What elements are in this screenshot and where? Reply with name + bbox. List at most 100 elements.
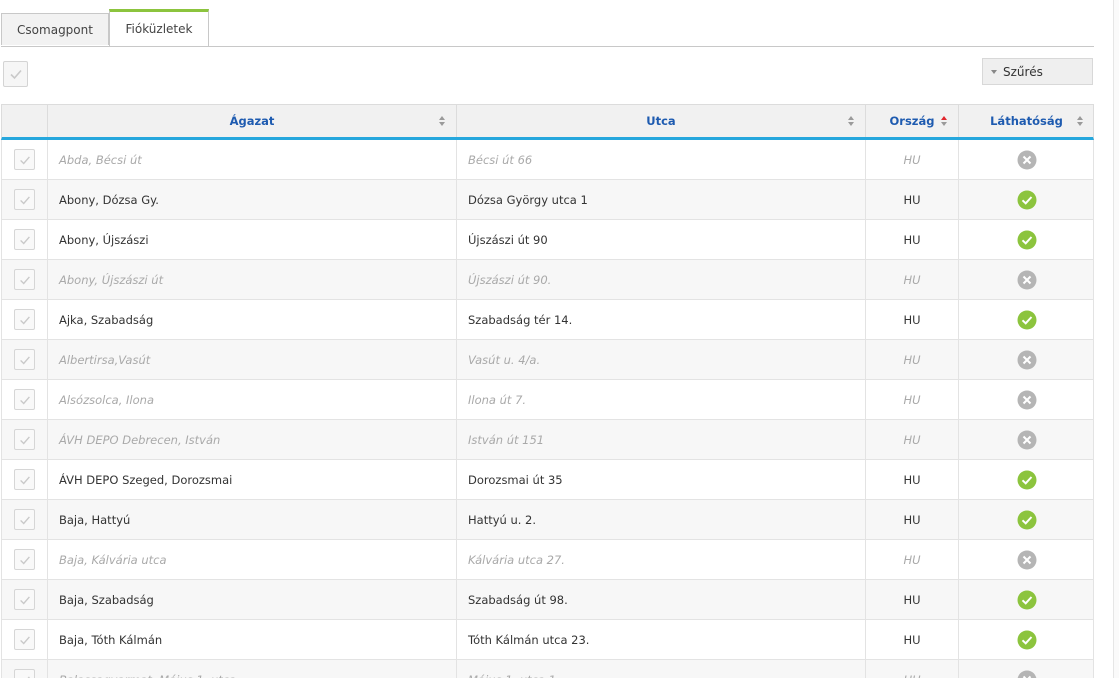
utca-cell: István út 151 <box>456 420 865 459</box>
orszag-cell: HU <box>865 140 958 179</box>
lathatosag-cell[interactable] <box>958 540 1094 579</box>
table-row[interactable]: Baja, Kálvária utca Kálvária utca 27. HU <box>1 540 1094 580</box>
row-checkbox[interactable] <box>14 629 35 650</box>
row-checkbox[interactable] <box>14 589 35 610</box>
lathatosag-cell[interactable] <box>958 260 1094 299</box>
header-agazat[interactable]: Ágazat <box>47 105 456 137</box>
tab-csomagpont[interactable]: Csomagpont <box>1 13 109 45</box>
page: Csomagpont Fióküzletek Szűrés Ágazat Utc… <box>0 0 1119 678</box>
table-row[interactable]: Baja, Szabadság Szabadság út 98. HU <box>1 580 1094 620</box>
header-utca[interactable]: Utca <box>456 105 865 137</box>
header-agazat-label: Ágazat <box>229 114 275 128</box>
utca-cell: Bécsi út 66 <box>456 140 865 179</box>
table-row[interactable]: Balassagyarmat, Május 1. utcaMájus 1. ut… <box>1 660 1094 678</box>
row-checkbox[interactable] <box>14 349 35 370</box>
tab-fiokuzletek[interactable]: Fióküzletek <box>109 9 209 46</box>
row-select-cell <box>2 460 47 499</box>
table-row[interactable]: Abda, Bécsi út Bécsi út 66 HU <box>1 140 1094 180</box>
row-checkbox[interactable] <box>14 309 35 330</box>
sort-ascending-icon <box>941 116 947 126</box>
check-circle-icon <box>1017 590 1036 609</box>
utca-cell: Szabadság tér 14. <box>456 300 865 339</box>
row-checkbox[interactable] <box>14 549 35 570</box>
lathatosag-cell[interactable] <box>958 460 1094 499</box>
orszag-cell: HU <box>865 540 958 579</box>
table-row[interactable]: ÁVH DEPO Szeged, Dorozsmai Dorozsmai út 3… <box>1 460 1094 500</box>
check-circle-icon <box>1017 230 1036 249</box>
lathatosag-cell[interactable] <box>958 180 1094 219</box>
page-scrollbar[interactable] <box>1113 0 1119 678</box>
filter-button[interactable]: Szűrés <box>982 58 1093 85</box>
caret-down-icon <box>991 70 997 74</box>
table-body: Abda, Bécsi út Bécsi út 66 HU Abony, Dózsa … <box>1 140 1094 678</box>
check-circle-icon <box>1017 470 1036 489</box>
x-circle-icon <box>1017 270 1036 289</box>
table-row[interactable]: Abony, Újszászi Újszászi út 90 HU <box>1 220 1094 260</box>
lathatosag-cell[interactable] <box>958 340 1094 379</box>
utca-cell: Dorozsmai út 35 <box>456 460 865 499</box>
filter-button-label: Szűrés <box>1003 64 1043 79</box>
check-circle-icon <box>1017 630 1036 649</box>
table-row[interactable]: Abony, Dózsa Gy. Dózsa György utca 1 HU <box>1 180 1094 220</box>
agazat-cell: Ajka, Szabadság <box>47 300 456 339</box>
lathatosag-cell[interactable] <box>958 300 1094 339</box>
orszag-cell: HU <box>865 380 958 419</box>
tab-bar: Csomagpont Fióküzletek <box>1 9 1094 47</box>
header-orszag[interactable]: Ország <box>865 105 958 137</box>
utca-cell: Május 1. utca 1. <box>456 660 865 678</box>
select-all-checkbox[interactable] <box>3 61 28 87</box>
agazat-cell: Balassagyarmat, Május 1. utca <box>47 660 456 678</box>
check-icon <box>19 155 30 165</box>
table-row[interactable]: Baja, Tóth Kálmán Tóth Kálmán utca 23. HU <box>1 620 1094 660</box>
utca-cell: Dózsa György utca 1 <box>456 180 865 219</box>
agazat-cell: Baja, Hattyú <box>47 500 456 539</box>
row-select-cell <box>2 660 47 678</box>
lathatosag-cell[interactable] <box>958 620 1094 659</box>
lathatosag-cell[interactable] <box>958 220 1094 259</box>
agazat-cell: Abony, Újszászi út <box>47 260 456 299</box>
header-lathatosag[interactable]: Láthatóság <box>958 105 1094 137</box>
lathatosag-cell[interactable] <box>958 140 1094 179</box>
lathatosag-cell[interactable] <box>958 420 1094 459</box>
orszag-cell: HU <box>865 260 958 299</box>
lathatosag-cell[interactable] <box>958 500 1094 539</box>
row-checkbox[interactable] <box>14 189 35 210</box>
agazat-cell: ÁVH DEPO Debrecen, István <box>47 420 456 459</box>
check-circle-icon <box>1017 190 1036 209</box>
row-checkbox[interactable] <box>14 149 35 170</box>
check-icon <box>19 195 30 205</box>
row-checkbox[interactable] <box>14 389 35 410</box>
orszag-cell: HU <box>865 660 958 678</box>
utca-cell: Tóth Kálmán utca 23. <box>456 620 865 659</box>
check-icon <box>19 355 30 365</box>
row-select-cell <box>2 380 47 419</box>
row-checkbox[interactable] <box>14 269 35 290</box>
utca-cell: Újszászi út 90 <box>456 220 865 259</box>
agazat-cell: Baja, Tóth Kálmán <box>47 620 456 659</box>
check-circle-icon <box>1017 310 1036 329</box>
row-checkbox[interactable] <box>14 229 35 250</box>
row-checkbox[interactable] <box>14 429 35 450</box>
table-row[interactable]: Alsózsolca, Ilona Ilona út 7. HU <box>1 380 1094 420</box>
lathatosag-cell[interactable] <box>958 380 1094 419</box>
sort-arrows-icon <box>1077 116 1083 126</box>
agazat-cell: Abony, Dózsa Gy. <box>47 180 456 219</box>
utca-cell: Vasút u. 4/a. <box>456 340 865 379</box>
row-checkbox[interactable] <box>14 509 35 530</box>
table-row[interactable]: Albertirsa,Vasút Vasút u. 4/a. HU <box>1 340 1094 380</box>
table-row[interactable]: Abony, Újszászi út Újszászi út 90. HU <box>1 260 1094 300</box>
table-row[interactable]: ÁVH DEPO Debrecen, István István út 151 HU <box>1 420 1094 460</box>
lathatosag-cell[interactable] <box>958 580 1094 619</box>
row-checkbox[interactable] <box>14 469 35 490</box>
check-icon <box>9 69 22 80</box>
orszag-cell: HU <box>865 500 958 539</box>
check-icon <box>19 395 30 405</box>
orszag-cell: HU <box>865 620 958 659</box>
row-select-cell <box>2 420 47 459</box>
utca-cell: Újszászi út 90. <box>456 260 865 299</box>
table-row[interactable]: Baja, Hattyú Hattyú u. 2. HU <box>1 500 1094 540</box>
table-row[interactable]: Ajka, Szabadság Szabadság tér 14. HU <box>1 300 1094 340</box>
row-checkbox[interactable] <box>14 669 35 678</box>
lathatosag-cell[interactable] <box>958 660 1094 678</box>
agazat-cell: Albertirsa,Vasút <box>47 340 456 379</box>
